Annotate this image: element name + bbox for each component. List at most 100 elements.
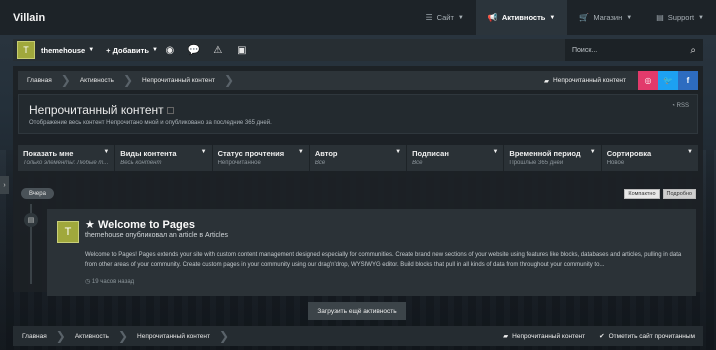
- chevron-down-icon: ▼: [88, 47, 95, 53]
- username-label: themehouse: [41, 45, 86, 55]
- cart-icon: 🛒: [579, 13, 590, 22]
- view-toggle: Компактно Подробно: [624, 189, 696, 199]
- filter-value: Все: [412, 160, 423, 166]
- chevron-down-icon: ▼: [395, 149, 402, 155]
- sidebar-toggle-button[interactable]: ›: [0, 176, 9, 194]
- compact-view-button[interactable]: Компактно: [624, 189, 660, 199]
- post-timestamp: ◷ 19 часов назад: [85, 278, 134, 285]
- filter-label: Показать мне: [23, 149, 74, 158]
- list-icon: ☰: [425, 13, 433, 22]
- nav-item-label: Магазин: [593, 13, 623, 22]
- filter-value: Весь контент: [120, 160, 162, 166]
- nav-item-label: Сайт: [436, 13, 454, 22]
- unread-content-button[interactable]: ▰ Непрочитанный контент: [503, 332, 586, 341]
- avatar[interactable]: T: [17, 41, 35, 59]
- top-navigation-bar: Villain ☰ Сайт ▼ 📢 Активность ▼ 🛒 Магази…: [0, 0, 716, 35]
- filter-label: Автор: [314, 149, 338, 158]
- load-more-button[interactable]: Загрузить ещё активность: [308, 302, 406, 320]
- breadcrumb-separator: ❯: [60, 73, 71, 87]
- unread-content-button[interactable]: ▰ Непрочитанный контент: [544, 77, 638, 85]
- filter-label: Виды контента: [120, 149, 177, 158]
- search-icon[interactable]: ⌕: [690, 45, 696, 56]
- alert-icon[interactable]: ⚠: [206, 39, 230, 61]
- filter-read-status[interactable]: Статус прочтения ▼ Непрочитанное: [213, 145, 310, 171]
- instagram-icon[interactable]: ◎: [638, 71, 658, 90]
- post-time-text: 19 часов назад: [91, 279, 135, 285]
- breadcrumb-separator: ❯: [218, 328, 230, 343]
- breadcrumb-item-home[interactable]: Главная: [18, 71, 61, 90]
- post-title-text: Welcome to Pages: [97, 219, 195, 231]
- rss-link[interactable]: ◔ RSS: [671, 103, 689, 109]
- chevron-down-icon: ▼: [698, 14, 704, 21]
- breadcrumb-item-home[interactable]: Главная: [13, 326, 56, 346]
- filter-value: Новое: [606, 160, 625, 166]
- filter-label: Сортировка: [606, 149, 652, 158]
- post-snippet: Welcome to Pages! Pages extends your sit…: [85, 252, 682, 268]
- check-icon: ✔: [599, 333, 605, 340]
- filter-value: Прошлые 365 дней: [509, 160, 564, 166]
- add-button[interactable]: + Добавить ▼: [106, 46, 158, 55]
- rss-icon: ◔: [671, 103, 675, 109]
- filter-show-me[interactable]: Показать мне ▼ Только элементы: Любые т..…: [18, 145, 116, 171]
- nav-item-activity[interactable]: 📢 Активность ▼: [475, 0, 568, 35]
- folder-icon: ▰: [503, 333, 509, 340]
- facebook-icon[interactable]: f: [678, 71, 698, 90]
- breadcrumb-separator: ❯: [122, 73, 134, 87]
- chevron-down-icon: ▼: [200, 149, 207, 155]
- mark-read-label: Отметить сайт прочитанным: [608, 332, 695, 340]
- clock-icon: ◷: [85, 279, 91, 285]
- breadcrumb-item-activity[interactable]: Активность: [71, 71, 123, 90]
- bottom-breadcrumb-bar: Главная ❯ Активность ❯ Непрочитанный кон…: [13, 326, 703, 346]
- unread-content-label: Непрочитанный контент: [553, 77, 626, 84]
- search-input[interactable]: Поиск...: [572, 47, 690, 54]
- filter-label: Временной период: [509, 149, 581, 158]
- page-title-text: Непрочитанный контент: [29, 103, 164, 117]
- filter-sort[interactable]: Сортировка ▼ Новое: [602, 145, 698, 171]
- breadcrumb-separator: ❯: [117, 328, 129, 343]
- document-icon: ▤: [656, 13, 664, 22]
- search-box[interactable]: Поиск... ⌕: [565, 39, 703, 61]
- site-brand[interactable]: Villain: [13, 12, 45, 24]
- nav-item-label: Support: [667, 13, 695, 22]
- mark-site-read-button[interactable]: ✔ Отметить сайт прочитанным: [599, 332, 695, 341]
- nav-item-store[interactable]: 🛒 Магазин ▼: [567, 0, 644, 35]
- twitter-icon[interactable]: 🐦: [658, 71, 678, 90]
- breadcrumb-item-unread[interactable]: Непрочитанный контент: [133, 71, 224, 90]
- avatar[interactable]: T: [57, 221, 79, 243]
- post-title[interactable]: ★ Welcome to Pages: [85, 218, 195, 231]
- unread-content-label: Непрочитанный контент: [512, 332, 586, 340]
- breadcrumb: Главная ❯ Активность ❯ Непрочитанный кон…: [18, 71, 698, 90]
- globe-icon[interactable]: ◉: [158, 39, 182, 61]
- nav-item-support[interactable]: ▤ Support ▼: [644, 0, 716, 35]
- edit-icon[interactable]: [166, 107, 174, 115]
- user-menu[interactable]: themehouse ▼: [41, 46, 94, 55]
- chevron-down-icon: ▼: [549, 14, 556, 21]
- filter-author[interactable]: Автор ▼ Все: [310, 145, 408, 171]
- megaphone-icon: 📢: [487, 13, 498, 22]
- expanded-view-button[interactable]: Подробно: [662, 189, 696, 199]
- user-bar: T themehouse ▼ + Добавить ▼ ◉ 💬 ⚠ ▣ Поис…: [13, 39, 703, 61]
- file-icon: ▤: [24, 213, 38, 227]
- filter-value: Непрочитанное: [217, 160, 261, 166]
- filter-label: Статус прочтения: [217, 149, 285, 158]
- breadcrumb-separator: ❯: [55, 328, 66, 343]
- filter-label: Подписан: [412, 149, 449, 158]
- breadcrumb-item-activity[interactable]: Активность: [66, 326, 118, 346]
- star-icon: ★: [85, 219, 95, 231]
- filter-content-type[interactable]: Виды контента ▼ Весь контент: [115, 145, 213, 171]
- chevron-down-icon: ▼: [589, 149, 596, 155]
- messages-icon[interactable]: 💬: [182, 39, 206, 61]
- chevron-down-icon: ▼: [103, 149, 110, 155]
- main-panel: Главная ❯ Активность ❯ Непрочитанный кон…: [13, 66, 703, 320]
- filter-followed[interactable]: Подписан ▼ Все: [407, 145, 505, 171]
- image-icon[interactable]: ▣: [230, 39, 254, 61]
- rss-label: RSS: [676, 103, 689, 109]
- activity-item: T ★ Welcome to Pages themehouse опублико…: [47, 209, 696, 296]
- page-description: Отображение весь контент Непрочитано мно…: [29, 120, 272, 126]
- chevron-down-icon: ▼: [626, 14, 633, 21]
- filter-time-period[interactable]: Временной период ▼ Прошлые 365 дней: [504, 145, 602, 171]
- breadcrumb-item-unread[interactable]: Непрочитанный контент: [128, 326, 219, 346]
- bottom-actions: ▰ Непрочитанный контент ✔ Отметить сайт пр…: [503, 332, 703, 341]
- nav-item-site[interactable]: ☰ Сайт ▼: [413, 0, 475, 35]
- chevron-down-icon: ▼: [297, 149, 304, 155]
